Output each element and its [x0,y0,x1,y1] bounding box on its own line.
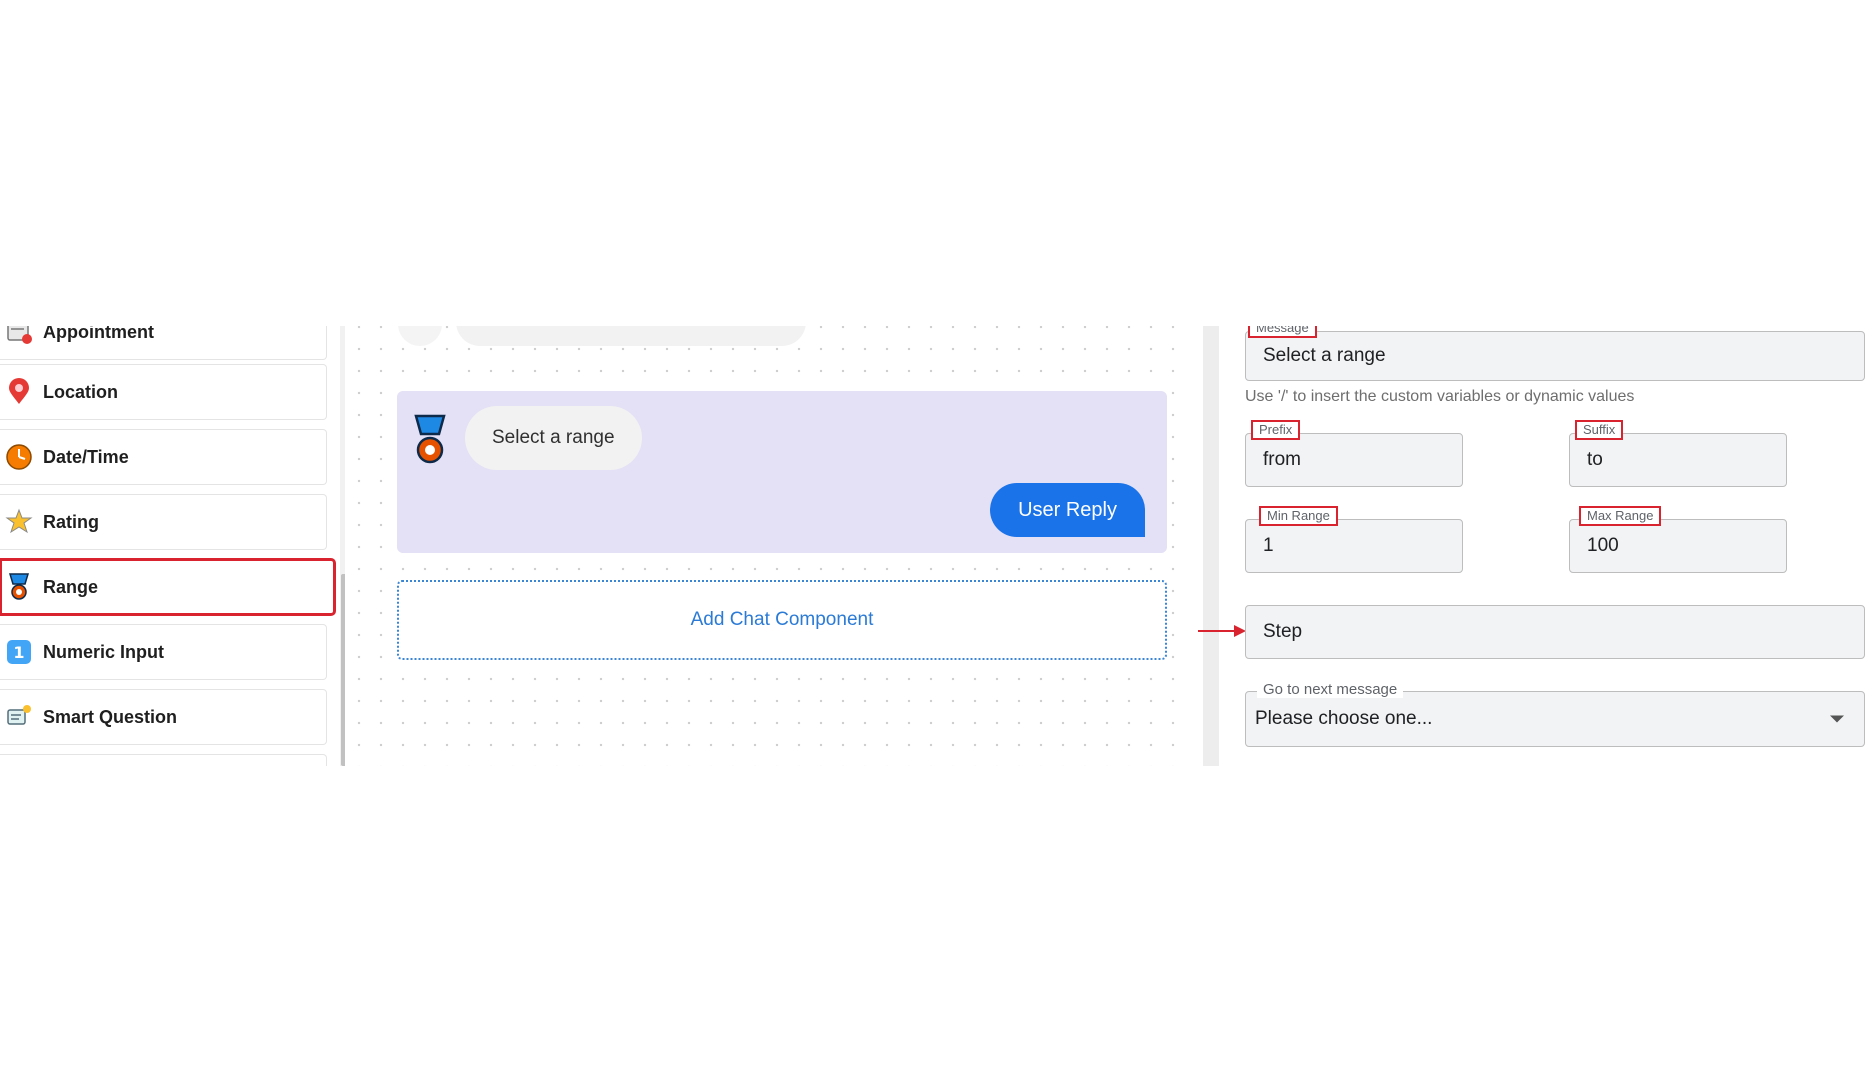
sidebar-item-smart-question[interactable]: Smart Question [0,689,327,745]
sidebar-item-location[interactable]: Location [0,364,327,420]
location-pin-icon [4,377,34,407]
prefix-label: Prefix [1251,420,1301,440]
sidebar-item-range[interactable]: Range [0,558,336,616]
step-placeholder: Step [1263,621,1303,642]
message-value: Select a range [1263,345,1386,366]
max-range-value: 100 [1587,535,1619,556]
suffix-label: Suffix [1575,420,1624,440]
previous-message-bubble[interactable] [456,326,806,346]
go-to-next-selected: Please choose one... [1255,708,1433,729]
message-hint: Use '/' to insert the custom variables o… [1245,388,1635,405]
min-range-value: 1 [1263,535,1274,556]
svg-text:1: 1 [13,643,24,662]
sidebar-item-label: Range [43,576,99,597]
medal-icon [405,411,455,471]
step-field[interactable]: Step [1245,605,1865,659]
previous-avatar [398,326,442,346]
clock-icon [4,442,34,472]
sidebar-item-label: Numeric Input [43,641,165,662]
sidebar-item-rating[interactable]: Rating [0,494,327,550]
sidebar-item-numeric-input[interactable]: 1 Numeric Input [0,624,327,680]
annotation-arrow-icon [1198,625,1246,637]
sidebar-item-label: Smart Question [43,706,178,727]
max-range-label: Max Range [1579,506,1662,526]
sidebar-item-next[interactable] [0,754,327,766]
min-range-field[interactable]: 1 [1245,519,1463,573]
panel-divider [1203,326,1219,766]
message-field[interactable]: Select a range [1245,331,1865,381]
min-range-label: Min Range [1259,506,1338,526]
chevron-down-icon [1830,715,1844,723]
medal-icon [4,572,34,602]
numeric-one-icon: 1 [4,637,34,667]
prefix-value: from [1263,449,1301,470]
chat-flow-canvas: Select a range User Reply Add Chat Compo… [356,326,1188,766]
sidebar-item-label: Appointment [43,326,154,342]
prefix-field[interactable]: from [1245,433,1463,487]
sidebar-item-label: Rating [43,511,99,532]
user-reply-button[interactable]: User Reply [990,483,1145,537]
sidebar-item-label: Date/Time [43,446,129,467]
sidebar-item-datetime[interactable]: Date/Time [0,429,327,485]
star-icon [4,507,34,537]
max-range-field[interactable]: 100 [1569,519,1787,573]
component-sidebar: Appointment Location Date/Time Rating Ra… [0,326,345,766]
go-to-next-label: Go to next message [1257,681,1404,698]
smart-question-icon [4,702,34,732]
message-bubble: Select a range [465,406,642,470]
app-viewport: Appointment Location Date/Time Rating Ra… [0,326,1866,766]
message-label: Message [1248,326,1317,338]
suffix-value: to [1587,449,1603,470]
sidebar-item-label: Location [43,381,118,402]
suffix-field[interactable]: to [1569,433,1787,487]
appointment-icon [4,326,34,347]
range-settings-form: Select a range Message Use '/' to insert… [1245,326,1866,766]
add-chat-component-button[interactable]: Add Chat Component [397,580,1167,660]
go-to-next-message-select[interactable]: Please choose one... [1245,691,1865,747]
range-message-card[interactable]: Select a range User Reply [397,391,1167,553]
sidebar-scrollbar-thumb[interactable] [341,574,345,766]
sidebar-item-appointment[interactable]: Appointment [0,326,327,360]
